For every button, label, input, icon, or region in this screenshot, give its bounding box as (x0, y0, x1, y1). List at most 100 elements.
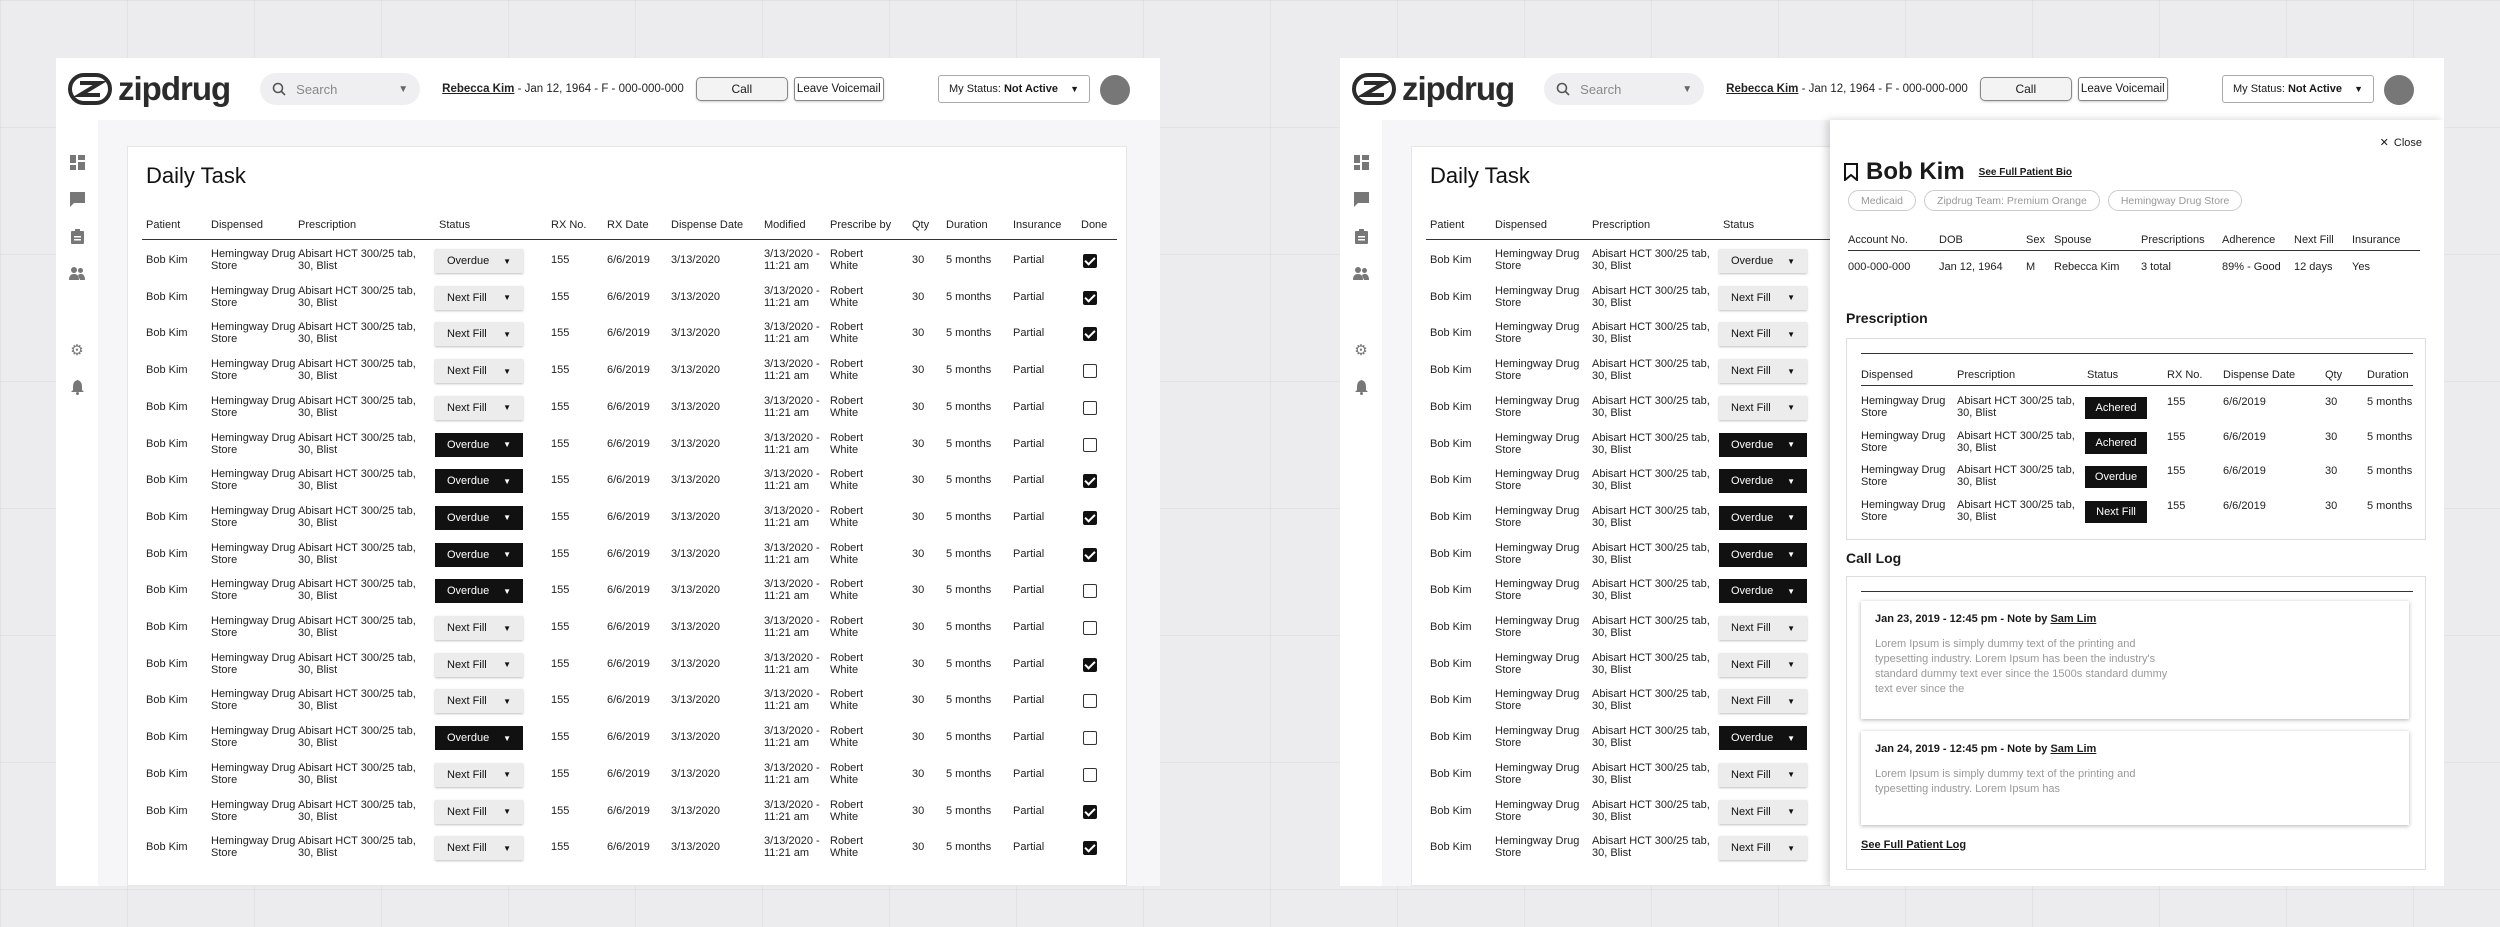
status-badge[interactable]: Achered (2085, 397, 2147, 419)
users-icon[interactable] (1353, 265, 1369, 281)
avatar[interactable] (2384, 75, 2414, 105)
table-row[interactable]: Bob Kim Hemingway Drug Store Abisart HCT 3… (128, 320, 1128, 354)
status-dropdown[interactable]: Overdue ▼ (1719, 249, 1807, 273)
status-dropdown[interactable]: Overdue ▼ (435, 249, 523, 273)
call-note[interactable]: Jan 23, 2019 - 12:45 pm - Note by Sam Li… (1861, 601, 2409, 719)
table-row[interactable]: Bob Kim Hemingway Drug Store Abisart HCT 3… (128, 761, 1128, 795)
rx-row[interactable]: Hemingway Drug Store Abisart HCT 300/25 t… (1847, 464, 2427, 496)
status-dropdown[interactable]: Next Fill ▼ (435, 689, 523, 714)
clipboard-icon[interactable] (1353, 228, 1369, 244)
status-dropdown[interactable]: Overdue ▼ (1719, 726, 1807, 751)
status-dropdown[interactable]: Overdue ▼ (1719, 469, 1807, 494)
status-dropdown[interactable]: Next Fill ▼ (435, 652, 523, 677)
call-button[interactable]: Call (1979, 77, 2072, 101)
done-checkbox[interactable] (1083, 400, 1097, 415)
status-dropdown[interactable]: Next Fill ▼ (435, 836, 523, 861)
see-full-patient-bio-link[interactable]: See Full Patient Bio (1979, 167, 2072, 178)
status-dropdown[interactable]: Next Fill ▼ (435, 359, 523, 384)
status-dropdown[interactable]: Next Fill ▼ (435, 799, 523, 824)
status-dropdown[interactable]: Overdue ▼ (435, 726, 523, 751)
call-patient-name-link[interactable]: Rebecca Kim (1726, 83, 1798, 95)
leave-voicemail-button[interactable]: Leave Voicemail (793, 77, 884, 101)
my-status-select[interactable]: My Status: Not Active ▼ (2222, 75, 2374, 103)
rx-row[interactable]: Hemingway Drug Store Abisart HCT 300/25 t… (1847, 499, 2427, 531)
bookmark-icon[interactable] (1844, 163, 1858, 181)
note-author-link[interactable]: Sam Lim (2050, 613, 2096, 625)
table-row[interactable]: Bob Kim Hemingway Drug Store Abisart HCT 3… (128, 834, 1128, 868)
rx-row[interactable]: Hemingway Drug Store Abisart HCT 300/25 t… (1847, 395, 2427, 427)
my-status-select[interactable]: My Status: Not Active ▼ (938, 75, 1090, 103)
table-row[interactable]: Bob Kim Hemingway Drug Store Abisart HCT 3… (128, 467, 1128, 501)
table-row[interactable]: Bob Kim Hemingway Drug Store Abisart HCT 3… (128, 394, 1128, 428)
see-full-patient-log-link[interactable]: See Full Patient Log (1861, 839, 1966, 851)
status-dropdown[interactable]: Overdue ▼ (1719, 542, 1807, 567)
status-dropdown[interactable]: Next Fill ▼ (435, 616, 523, 640)
done-checkbox[interactable] (1083, 254, 1097, 268)
table-row[interactable]: Bob Kim Hemingway Drug Store Abisart HCT 3… (128, 284, 1128, 318)
done-checkbox[interactable] (1083, 731, 1097, 746)
status-dropdown[interactable]: Next Fill ▼ (435, 322, 523, 347)
done-checkbox[interactable] (1083, 547, 1097, 562)
status-dropdown[interactable]: Next Fill ▼ (1719, 616, 1807, 640)
status-dropdown[interactable]: Next Fill ▼ (435, 762, 523, 787)
status-dropdown[interactable]: Next Fill ▼ (1719, 689, 1807, 714)
dashboard-icon[interactable] (69, 154, 85, 170)
status-dropdown[interactable]: Next Fill ▼ (435, 285, 523, 310)
table-row[interactable]: Bob Kim Hemingway Drug Store Abisart HCT 3… (128, 357, 1128, 391)
done-checkbox[interactable] (1083, 657, 1097, 672)
done-checkbox[interactable] (1083, 767, 1097, 782)
gear-icon[interactable]: ⚙ (1353, 342, 1369, 359)
table-row[interactable]: Bob Kim Hemingway Drug Store Abisart HCT 3… (128, 504, 1128, 538)
bell-icon[interactable] (1353, 379, 1369, 395)
status-dropdown[interactable]: Next Fill ▼ (1719, 836, 1807, 861)
status-dropdown[interactable]: Next Fill ▼ (435, 395, 523, 420)
table-row[interactable]: Bob Kim Hemingway Drug Store Abisart HCT 3… (128, 724, 1128, 758)
status-dropdown[interactable]: Next Fill ▼ (1719, 359, 1807, 384)
clipboard-icon[interactable] (69, 228, 85, 244)
status-dropdown[interactable]: Overdue ▼ (435, 542, 523, 567)
table-row[interactable]: Bob Kim Hemingway Drug Store Abisart HCT 3… (128, 431, 1128, 465)
avatar[interactable] (1100, 75, 1130, 105)
status-dropdown[interactable]: Overdue ▼ (1719, 579, 1807, 604)
status-badge[interactable]: Overdue (2085, 466, 2147, 488)
bell-icon[interactable] (69, 379, 85, 395)
call-patient-name-link[interactable]: Rebecca Kim (442, 83, 514, 95)
users-icon[interactable] (69, 265, 85, 281)
table-row[interactable]: Bob Kim Hemingway Drug Store Abisart HCT 3… (128, 247, 1128, 281)
rx-row[interactable]: Hemingway Drug Store Abisart HCT 300/25 t… (1847, 430, 2427, 462)
done-checkbox[interactable] (1083, 364, 1097, 379)
table-row[interactable]: Bob Kim Hemingway Drug Store Abisart HCT 3… (128, 614, 1128, 648)
close-button[interactable]: ✕ Close (2380, 136, 2422, 150)
done-checkbox[interactable] (1083, 584, 1097, 599)
status-dropdown[interactable]: Next Fill ▼ (1719, 652, 1807, 677)
status-dropdown[interactable]: Overdue ▼ (1719, 505, 1807, 530)
table-row[interactable]: Bob Kim Hemingway Drug Store Abisart HCT 3… (128, 651, 1128, 685)
status-dropdown[interactable]: Next Fill ▼ (1719, 395, 1807, 420)
status-dropdown[interactable]: Next Fill ▼ (1719, 285, 1807, 310)
done-checkbox[interactable] (1083, 510, 1097, 525)
search-input[interactable]: Search ▼ (1544, 73, 1705, 105)
status-dropdown[interactable]: Overdue ▼ (435, 469, 523, 494)
done-checkbox[interactable] (1083, 474, 1097, 489)
done-checkbox[interactable] (1083, 290, 1097, 305)
done-checkbox[interactable] (1083, 621, 1097, 635)
status-dropdown[interactable]: Next Fill ▼ (1719, 799, 1807, 824)
status-dropdown[interactable]: Next Fill ▼ (1719, 322, 1807, 347)
search-input[interactable]: Search ▼ (260, 73, 421, 105)
status-dropdown[interactable]: Overdue ▼ (1719, 432, 1807, 457)
done-checkbox[interactable] (1083, 804, 1097, 819)
leave-voicemail-button[interactable]: Leave Voicemail (2077, 77, 2168, 101)
call-button[interactable]: Call (695, 77, 788, 101)
gear-icon[interactable]: ⚙ (69, 342, 85, 359)
table-row[interactable]: Bob Kim Hemingway Drug Store Abisart HCT 3… (128, 687, 1128, 721)
table-row[interactable]: Bob Kim Hemingway Drug Store Abisart HCT 3… (128, 577, 1128, 611)
call-note[interactable]: Jan 24, 2019 - 12:45 pm - Note by Sam Li… (1861, 731, 2409, 825)
logo[interactable]: zipdrug (1352, 70, 1515, 108)
logo[interactable]: zipdrug (68, 70, 231, 108)
status-dropdown[interactable]: Overdue ▼ (435, 432, 523, 457)
status-dropdown[interactable]: Overdue ▼ (435, 579, 523, 604)
status-dropdown[interactable]: Overdue ▼ (435, 505, 523, 530)
status-badge[interactable]: Achered (2085, 431, 2147, 454)
chat-icon[interactable] (1353, 191, 1369, 207)
chat-icon[interactable] (69, 191, 85, 207)
